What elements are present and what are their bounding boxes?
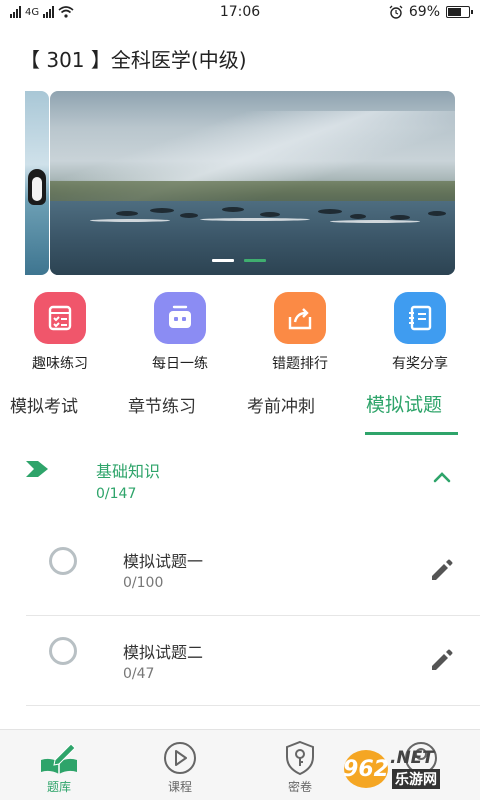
quick-actions: 趣味练习 每日一练 错题排行 有奖分享 [0, 292, 480, 372]
battery-percent: 69% [408, 4, 440, 20]
page-title: 【 301 】全科医学(中级) [20, 48, 247, 72]
tab-bar: 模拟考试 章节练习 考前冲刺 模拟试题 [0, 388, 480, 436]
divider [26, 705, 480, 706]
banner-dot[interactable] [212, 259, 234, 262]
banner-sea [50, 201, 455, 275]
banner-pagination [212, 259, 266, 262]
signal-icon-2 [43, 6, 55, 18]
pencil-icon[interactable] [429, 557, 455, 583]
water-splash [90, 219, 170, 222]
watermark-suffix: .NET [390, 748, 434, 768]
water-splash [330, 220, 420, 223]
site-watermark: 962 .NET 乐游网 [342, 748, 474, 790]
nav-label: 课程 [167, 780, 192, 794]
status-bar: 4G 17:06 69% [0, 0, 480, 24]
status-signals: 4G [10, 6, 74, 18]
quick-action-tile [34, 292, 86, 344]
banner-slide-previous[interactable] [25, 91, 49, 275]
quick-action-label: 错题排行 [272, 356, 328, 372]
dolphin-image [180, 213, 198, 218]
list-item[interactable]: 模拟试题一 0/100 [0, 527, 480, 617]
quick-action-label: 每日一练 [152, 356, 208, 372]
banner-shore [50, 181, 455, 203]
play-circle-icon [164, 742, 196, 774]
wifi-icon [58, 6, 74, 18]
item-progress: 0/100 [123, 575, 164, 591]
quick-action-tile [394, 292, 446, 344]
quick-action-fun-practice[interactable]: 趣味练习 [10, 292, 110, 373]
quick-action-share-reward[interactable]: 有奖分享 [370, 292, 470, 373]
dolphin-image [350, 214, 366, 219]
dolphin-image [150, 208, 174, 213]
chapter-progress: 0/147 [96, 486, 137, 502]
quick-action-tile [154, 292, 206, 344]
tab-mock-questions[interactable]: 模拟试题 [366, 390, 442, 417]
water-splash [200, 218, 310, 221]
dolphin-image [116, 211, 138, 216]
item-progress: 0/47 [123, 666, 155, 682]
divider [26, 615, 480, 616]
quick-action-tile [274, 292, 326, 344]
dolphin-image [428, 211, 446, 216]
pencil-icon[interactable] [429, 647, 455, 673]
dolphin-image [260, 212, 280, 217]
quick-action-daily-practice[interactable]: 每日一练 [130, 292, 230, 373]
nav-label: 密卷 [287, 780, 312, 794]
list-item[interactable]: 模拟试题二 0/47 [0, 617, 480, 707]
status-circle-icon [49, 547, 77, 575]
penguin-image [28, 169, 46, 205]
quick-action-label: 有奖分享 [392, 356, 448, 372]
tab-sprint[interactable]: 考前冲刺 [247, 392, 315, 417]
signal-icon [10, 6, 21, 18]
book-pen-icon [41, 743, 77, 774]
share-box-icon [288, 308, 312, 330]
notebook-icon [409, 305, 432, 331]
robot-icon [169, 305, 191, 328]
watermark-site: 乐游网 [392, 769, 440, 789]
checklist-icon [48, 305, 72, 331]
chevron-up-icon[interactable] [432, 470, 452, 484]
network-label: 4G [25, 6, 40, 18]
tab-chapter-practice[interactable]: 章节练习 [128, 392, 196, 417]
banner-slide[interactable] [50, 91, 455, 275]
quick-action-label: 趣味练习 [32, 356, 88, 372]
tab-mock-exam[interactable]: 模拟考试 [10, 392, 78, 417]
banner-dot[interactable] [244, 259, 266, 262]
quick-action-wrong-ranking[interactable]: 错题排行 [250, 292, 350, 373]
nav-item-courses[interactable]: 课程 [145, 740, 215, 795]
nav-label: 题库 [46, 780, 71, 794]
shield-key-icon [286, 740, 314, 776]
dolphin-image [318, 209, 342, 214]
status-right: 69% [389, 4, 473, 20]
alarm-icon [389, 5, 403, 19]
tab-active-indicator [365, 432, 458, 435]
item-title: 模拟试题二 [123, 643, 204, 662]
dolphin-image [222, 207, 244, 212]
battery-icon [446, 6, 473, 18]
chapter-arrow-icon [26, 461, 48, 477]
item-title: 模拟试题一 [123, 552, 204, 571]
watermark-number: 962 [343, 750, 389, 788]
status-circle-icon [49, 637, 77, 665]
nav-item-question-bank[interactable]: 题库 [24, 740, 94, 795]
nav-item-secret-papers[interactable]: 密卷 [265, 740, 335, 795]
chapter-title[interactable]: 基础知识 [96, 458, 160, 482]
